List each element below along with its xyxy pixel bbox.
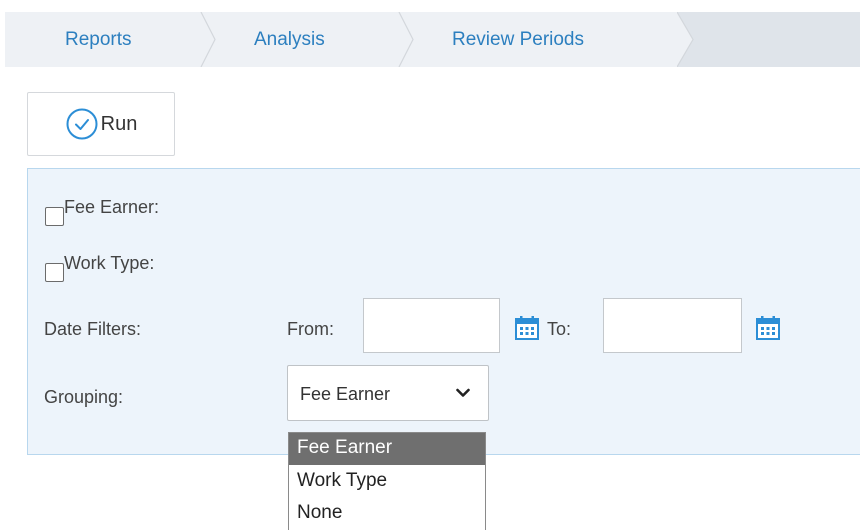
grouping-selected-value: Fee Earner: [300, 384, 391, 404]
to-label: To:: [547, 319, 572, 339]
fee-earner-checkbox[interactable]: [45, 207, 64, 226]
grouping-option-fee-earner[interactable]: Fee Earner: [289, 433, 485, 465]
grouping-option-work-type[interactable]: Work Type: [289, 466, 485, 498]
run-button-label: Run: [100, 112, 138, 135]
calendar-icon[interactable]: [515, 316, 539, 340]
grouping-dropdown: Fee Earner Work Type None: [288, 432, 486, 530]
grouping-select[interactable]: Fee Earner: [287, 365, 489, 421]
breadcrumb-review-periods[interactable]: Review Periods: [452, 12, 584, 67]
breadcrumb-end: [677, 12, 860, 67]
check-circle-icon: [66, 108, 98, 140]
run-button[interactable]: Run: [27, 92, 175, 156]
calendar-icon[interactable]: [756, 316, 780, 340]
chevron-down-icon: [456, 388, 470, 397]
grouping-option-none[interactable]: None: [289, 498, 485, 530]
from-date-input[interactable]: [363, 298, 500, 353]
breadcrumb-analysis[interactable]: Analysis: [254, 12, 325, 67]
breadcrumb-separator: [200, 12, 216, 67]
breadcrumb-reports[interactable]: Reports: [65, 12, 132, 67]
fee-earner-label: Fee Earner:: [64, 197, 160, 217]
work-type-label: Work Type:: [64, 253, 155, 273]
to-date-input[interactable]: [603, 298, 742, 353]
work-type-checkbox[interactable]: [45, 263, 64, 282]
from-label: From:: [287, 319, 334, 339]
grouping-label: Grouping:: [44, 387, 124, 407]
breadcrumb: Reports Analysis Review Periods: [5, 12, 860, 67]
breadcrumb-separator: [398, 12, 414, 67]
date-filters-label: Date Filters:: [44, 319, 142, 339]
